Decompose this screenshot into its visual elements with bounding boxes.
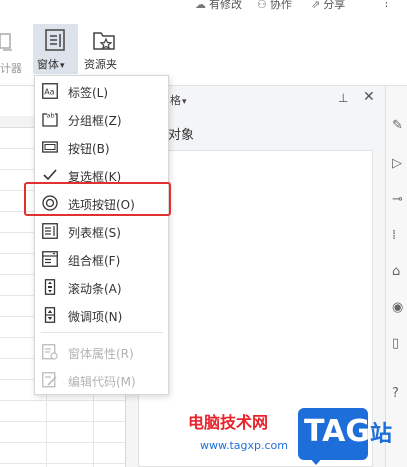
collab-label: 协作	[269, 0, 292, 11]
checkbox-icon	[43, 169, 57, 181]
watermark-suffix: 站	[370, 422, 393, 447]
cloud-sync-icon: ☁	[195, 0, 206, 11]
top-bar: ☁ 有修改 ⚇ 协作 ⇗ 分享 ⋮	[0, 0, 407, 14]
form-label-text: 窗体	[37, 58, 59, 71]
menu-item-edit-code-text: 编辑代码(M)	[68, 375, 136, 389]
label-icon-text: Aa	[44, 88, 54, 97]
button-icon	[42, 141, 58, 153]
combobox-icon	[42, 251, 58, 267]
sidebar-style-icon[interactable]: ✎	[392, 118, 403, 133]
form-label: 窗体▾	[37, 56, 65, 72]
menu-item-button-text: 按钮(B)	[68, 142, 110, 156]
form-controls-menu: Aa 标签(L) ab 分组框(Z) 按钮(B) 复选框(K) 选项按钮(O)	[34, 75, 169, 395]
form-controls-button[interactable]: 窗体▾	[33, 24, 78, 74]
resource-label: 资源夹	[84, 58, 117, 71]
listbox-icon	[42, 223, 58, 239]
share-label: 分享	[323, 0, 346, 11]
sidebar-panel-icon[interactable]: ▯	[392, 336, 399, 351]
menu-item-combobox-text: 组合框(F)	[68, 254, 121, 268]
more-icon: ⋮	[381, 0, 392, 9]
watermark-title: 电脑技术网	[188, 413, 269, 432]
partial-label: 计器	[0, 62, 22, 75]
menu-item-label[interactable]: Aa 标签(L)	[35, 80, 168, 102]
resource-folder-button[interactable]: 资源夹	[84, 24, 126, 74]
form-icon	[45, 29, 65, 51]
changes-status[interactable]: ☁ 有修改	[195, 0, 242, 12]
partial-tool-icon	[0, 33, 12, 51]
menu-item-spinner[interactable]: 微调项(N)	[35, 304, 168, 326]
pin-icon[interactable]: ⊥	[338, 91, 348, 105]
sidebar-shape-icon[interactable]: ⌂	[392, 264, 400, 279]
form-properties-icon	[42, 344, 58, 360]
menu-item-form-properties[interactable]: 窗体属性(R)	[35, 341, 168, 363]
menu-item-listbox[interactable]: 列表框(S)	[35, 220, 168, 242]
menu-item-listbox-text: 列表框(S)	[68, 226, 121, 240]
menu-item-button[interactable]: 按钮(B)	[35, 136, 168, 158]
spinner-icon	[44, 307, 56, 323]
highlight-box	[24, 182, 171, 216]
sidebar-help-icon[interactable]: ?	[392, 386, 399, 401]
collab-button[interactable]: ⚇ 协作	[257, 0, 292, 12]
tag-logo: TAG	[298, 408, 370, 465]
menu-item-label-text: 标签(L)	[68, 86, 109, 100]
sidebar-cursor-icon[interactable]: ▷	[392, 156, 402, 171]
scrollbar-icon	[44, 279, 56, 295]
more-button[interactable]: ⋮	[381, 0, 392, 9]
folder-star-icon	[93, 32, 115, 50]
menu-item-form-properties-text: 窗体属性(R)	[68, 347, 134, 361]
changes-label: 有修改	[209, 0, 242, 11]
sidebar-location-icon[interactable]: ◉	[392, 300, 403, 315]
close-icon[interactable]: ✕	[363, 89, 375, 105]
chevron-down-icon: ▾	[182, 97, 187, 107]
person-icon: ⚇	[257, 0, 267, 11]
pane-header[interactable]: 格▾	[170, 92, 187, 108]
label-icon: Aa	[42, 83, 58, 99]
share-button[interactable]: ⇗ 分享	[311, 0, 345, 12]
share-icon: ⇗	[311, 0, 321, 11]
menu-item-scrollbar-text: 滚动条(A)	[68, 282, 122, 296]
edit-code-icon	[42, 372, 57, 388]
tag-logo-tail	[308, 456, 324, 465]
groupbox-icon: ab	[42, 112, 58, 127]
groupbox-icon-text: ab	[47, 112, 55, 120]
sidebar-tool-icon[interactable]: ⁞	[392, 228, 396, 243]
chevron-down-icon: ▾	[60, 61, 65, 71]
sidebar-key-icon[interactable]: ⊸	[392, 192, 403, 207]
menu-item-edit-code[interactable]: 编辑代码(M)	[35, 369, 168, 391]
tag-logo-text: TAG	[304, 414, 370, 449]
menu-separator	[41, 332, 163, 333]
menu-item-groupbox-text: 分组框(Z)	[68, 114, 122, 128]
menu-item-scrollbar[interactable]: 滚动条(A)	[35, 276, 168, 298]
watermark: 电脑技术网 www.tagxp.com TAG 站	[188, 406, 407, 467]
menu-item-groupbox[interactable]: ab 分组框(Z)	[35, 108, 168, 130]
menu-item-combobox[interactable]: 组合框(F)	[35, 248, 168, 270]
pane-header-text: 格	[170, 94, 181, 107]
watermark-url: www.tagxp.com	[200, 439, 288, 452]
ribbon-partial-button[interactable]: 计器	[0, 28, 22, 78]
menu-item-spinner-text: 微调项(N)	[68, 310, 123, 324]
